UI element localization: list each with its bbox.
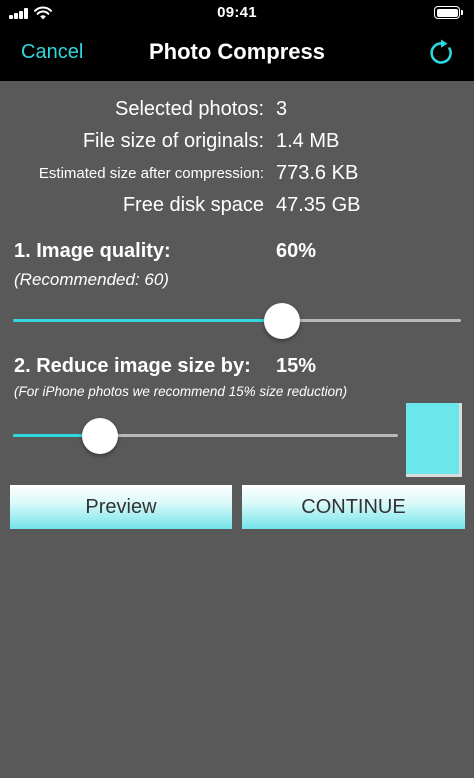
- slider-thumb[interactable]: [81, 418, 118, 454]
- original-size-value: 1.4 MB: [276, 130, 340, 152]
- refresh-icon[interactable]: [428, 39, 456, 67]
- free-disk-label: Free disk space: [122, 194, 264, 216]
- image-quality-title: 1. Image quality:: [14, 240, 171, 262]
- original-size-label: File size of originals:: [82, 130, 264, 152]
- status-time: 09:41: [217, 4, 257, 21]
- free-disk-value: 47.35 GB: [276, 194, 361, 216]
- estimated-size-value: 773.6 KB: [276, 162, 359, 184]
- reduce-size-title: 2. Reduce image size by:: [14, 355, 251, 377]
- reduce-size-value: 15%: [276, 355, 317, 377]
- status-bar: 09:41: [0, 0, 474, 26]
- slider-fill: [13, 319, 282, 322]
- preview-button[interactable]: Preview: [10, 485, 232, 529]
- selected-photos-value: 3: [276, 98, 288, 120]
- image-quality-note: (Recommended: 60): [14, 270, 169, 289]
- battery-icon: [434, 6, 463, 19]
- estimated-size-label: Estimated size after compression:: [38, 165, 264, 182]
- size-preview-swatch: [406, 403, 462, 477]
- navigation-bar: 09:41 Cancel Photo Compress: [0, 0, 474, 81]
- page-title: Photo Compress: [148, 39, 326, 64]
- reduce-size-note: (For iPhone photos we recommend 15% size…: [14, 384, 348, 399]
- selected-photos-label: Selected photos:: [115, 98, 264, 120]
- continue-button[interactable]: CONTINUE: [242, 485, 465, 529]
- image-quality-value: 60%: [276, 240, 317, 262]
- reduce-size-slider[interactable]: [13, 418, 398, 454]
- slider-thumb[interactable]: [263, 303, 300, 339]
- image-quality-slider[interactable]: [13, 303, 461, 339]
